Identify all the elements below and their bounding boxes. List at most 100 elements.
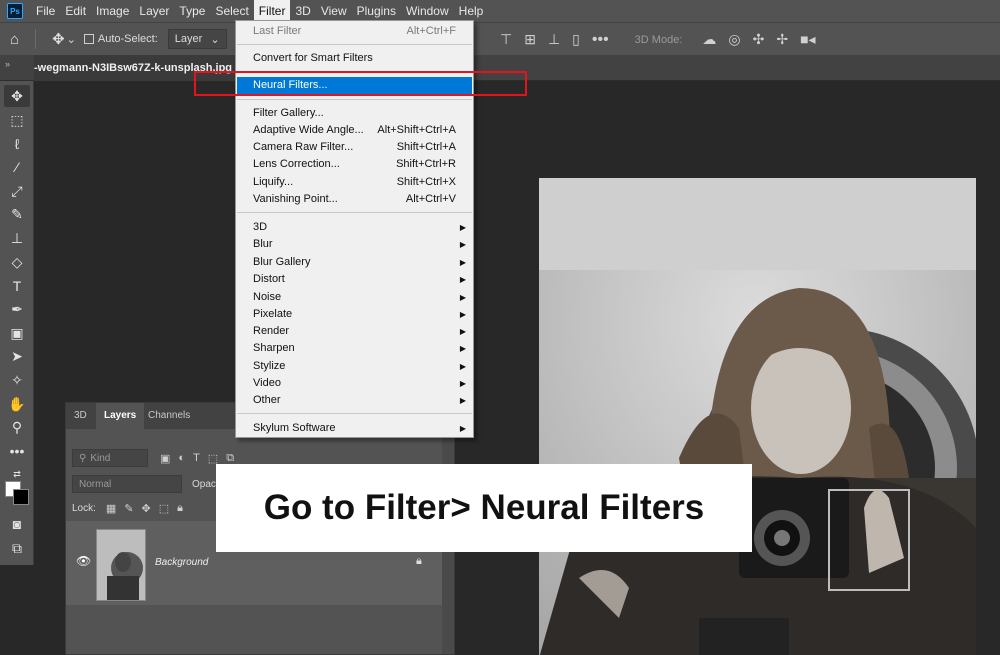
marquee-icon[interactable]: ⬚ [4, 109, 30, 131]
menu-item-other[interactable]: Other ▶ [237, 392, 472, 409]
3d-scale-icon[interactable]: ■◂ [800, 31, 815, 48]
menu-edit[interactable]: Edit [60, 0, 91, 22]
lock-transparent-icon[interactable]: ▦ [106, 502, 116, 515]
move-tool-preset-icon[interactable]: ✥ [52, 30, 65, 48]
stamp-icon[interactable]: ⊥ [4, 227, 30, 249]
eraser-icon[interactable]: ◇ [4, 251, 30, 273]
menu-item-3d[interactable]: 3D ▶ [237, 219, 472, 236]
3d-orbit-icon[interactable]: ☁ [702, 31, 716, 48]
move-icon[interactable]: ✥ [4, 85, 30, 107]
menu-filter[interactable]: Filter [253, 0, 291, 22]
quick-mask-icon[interactable]: ◙ [4, 513, 30, 535]
filter-pixel-icon[interactable]: ▣ [160, 452, 170, 465]
chevron-down-icon[interactable]: ⌄ [67, 33, 76, 46]
menu-type[interactable]: Type [174, 0, 210, 22]
collapse-panel-icon[interactable]: » [5, 59, 10, 69]
home-icon[interactable]: ⌂ [10, 31, 19, 48]
menu-layer[interactable]: Layer [134, 0, 174, 22]
menu-item-label: Vanishing Point... [253, 193, 338, 205]
auto-select-checkbox[interactable] [83, 34, 94, 44]
visibility-eye-icon[interactable]: 👁︎ [76, 554, 91, 568]
menu-item-label: Filter Gallery... [253, 107, 324, 119]
menu-separator [237, 99, 472, 100]
path-select-icon[interactable]: ➤ [4, 345, 30, 367]
lock-all-icon[interactable]: 🔒︎ [177, 502, 183, 515]
align-controls: ⊤ ⊞ ⊥ ▯ ••• 3D Mode: ☁ ◎ ✣ ✢ ■◂ [500, 23, 816, 56]
blend-row: Normal Opac [72, 475, 222, 493]
align-top-icon[interactable]: ⊤ [500, 31, 512, 48]
layer-kind-filter[interactable]: ⚲ Kind [72, 449, 148, 467]
tab-3d[interactable]: 3D [66, 403, 95, 429]
submenu-arrow-icon: ▶ [459, 362, 466, 371]
menu-view[interactable]: View [316, 0, 352, 22]
menu-3d[interactable]: 3D [290, 0, 315, 22]
lock-position-icon[interactable]: ✥ [142, 502, 151, 515]
menu-item-blur[interactable]: Blur ▶ [237, 236, 472, 253]
menu-separator [237, 212, 472, 213]
tab-layers[interactable]: Layers [96, 403, 145, 429]
menu-item-pixelate[interactable]: Pixelate ▶ [237, 306, 472, 323]
filter-type-icon[interactable]: T [193, 452, 200, 464]
3d-roll-icon[interactable]: ◎ [728, 31, 740, 48]
blend-mode-dropdown[interactable]: Normal [72, 475, 182, 493]
eyedropper-icon[interactable]: ⤢ [4, 180, 30, 202]
3d-pan-icon[interactable]: ✣ [753, 31, 765, 48]
filter-adjustment-icon[interactable]: ◐ [178, 452, 185, 464]
layer-thumbnail [96, 529, 146, 601]
shape-icon[interactable]: ✧ [4, 369, 30, 391]
align-vertical-center-icon[interactable]: ⊞ [524, 31, 536, 48]
menu-window[interactable]: Window [401, 0, 454, 22]
menu-item-vanishing-point[interactable]: Vanishing Point... Alt+Ctrl+V [237, 191, 472, 208]
menu-item-adaptive-wide-angle[interactable]: Adaptive Wide Angle... Alt+Shift+Ctrl+A [237, 122, 472, 139]
zoom-icon[interactable]: ⚲ [4, 416, 30, 438]
menu-item-noise[interactable]: Noise ▶ [237, 289, 472, 306]
3d-slide-icon[interactable]: ✢ [776, 31, 788, 48]
filter-smart-object-icon[interactable]: ⧉ [226, 452, 234, 465]
type-icon[interactable]: T [4, 275, 30, 297]
menu-item-convert-smart-filters[interactable]: Convert for Smart Filters [237, 50, 472, 67]
submenu-arrow-icon: ▶ [459, 293, 466, 302]
menu-select[interactable]: Select [210, 0, 253, 22]
menu-separator [237, 44, 472, 45]
menu-item-sharpen[interactable]: Sharpen ▶ [237, 340, 472, 357]
filter-shape-icon[interactable]: ⬚ [208, 452, 218, 465]
menu-item-video[interactable]: Video ▶ [237, 375, 472, 392]
more-options-icon[interactable]: ••• [592, 31, 609, 49]
lock-image-icon[interactable]: ✎ [124, 502, 133, 515]
menu-item-camera-raw-filter[interactable]: Camera Raw Filter... Shift+Ctrl+A [237, 139, 472, 156]
menu-item-distort[interactable]: Distort ▶ [237, 271, 472, 288]
brush-icon[interactable]: ✎ [4, 203, 30, 225]
thumbnail-image [97, 530, 145, 600]
distribute-icon[interactable]: ▯ [572, 31, 580, 48]
submenu-arrow-icon: ▶ [459, 424, 466, 433]
menu-image[interactable]: Image [91, 0, 134, 22]
magic-wand-icon[interactable]: ⁄ [4, 156, 30, 178]
menu-item-skylum-software[interactable]: Skylum Software ▶ [237, 420, 472, 437]
menu-item-liquify[interactable]: Liquify... Shift+Ctrl+X [237, 174, 472, 191]
lock-label: Lock: [72, 502, 96, 514]
menu-item-lens-correction[interactable]: Lens Correction... Shift+Ctrl+R [237, 156, 472, 173]
menu-item-blur-gallery[interactable]: Blur Gallery ▶ [237, 254, 472, 271]
menu-help[interactable]: Help [454, 0, 489, 22]
menu-file[interactable]: File [31, 0, 60, 22]
menu-item-label: Adaptive Wide Angle... [253, 124, 364, 136]
menu-item-filter-gallery[interactable]: Filter Gallery... [237, 105, 472, 122]
submenu-arrow-icon: ▶ [459, 327, 466, 336]
lasso-icon[interactable]: ℓ [4, 133, 30, 155]
auto-select-target-dropdown[interactable]: Layer ⌄ [167, 29, 227, 49]
menu-plugins[interactable]: Plugins [352, 0, 401, 22]
menu-item-stylize[interactable]: Stylize ▶ [237, 358, 472, 375]
menu-item-render[interactable]: Render ▶ [237, 323, 472, 340]
more-icon[interactable]: ••• [4, 440, 30, 462]
screen-mode-icon[interactable]: ⧉ [4, 537, 30, 559]
document-canvas-image[interactable] [539, 178, 976, 655]
tab-channels[interactable]: Channels [140, 403, 198, 429]
background-color-swatch[interactable] [13, 489, 29, 505]
menu-item-label: Distort [253, 273, 285, 285]
lock-artboard-icon[interactable]: ⬚ [159, 502, 169, 515]
hand-icon[interactable]: ✋ [4, 393, 30, 415]
align-bottom-icon[interactable]: ⊥ [548, 31, 560, 48]
pen-icon[interactable]: ✒ [4, 298, 30, 320]
menu-item-last-filter[interactable]: Last Filter Alt+Ctrl+F [237, 23, 472, 40]
gradient-icon[interactable]: ▣ [4, 322, 30, 344]
